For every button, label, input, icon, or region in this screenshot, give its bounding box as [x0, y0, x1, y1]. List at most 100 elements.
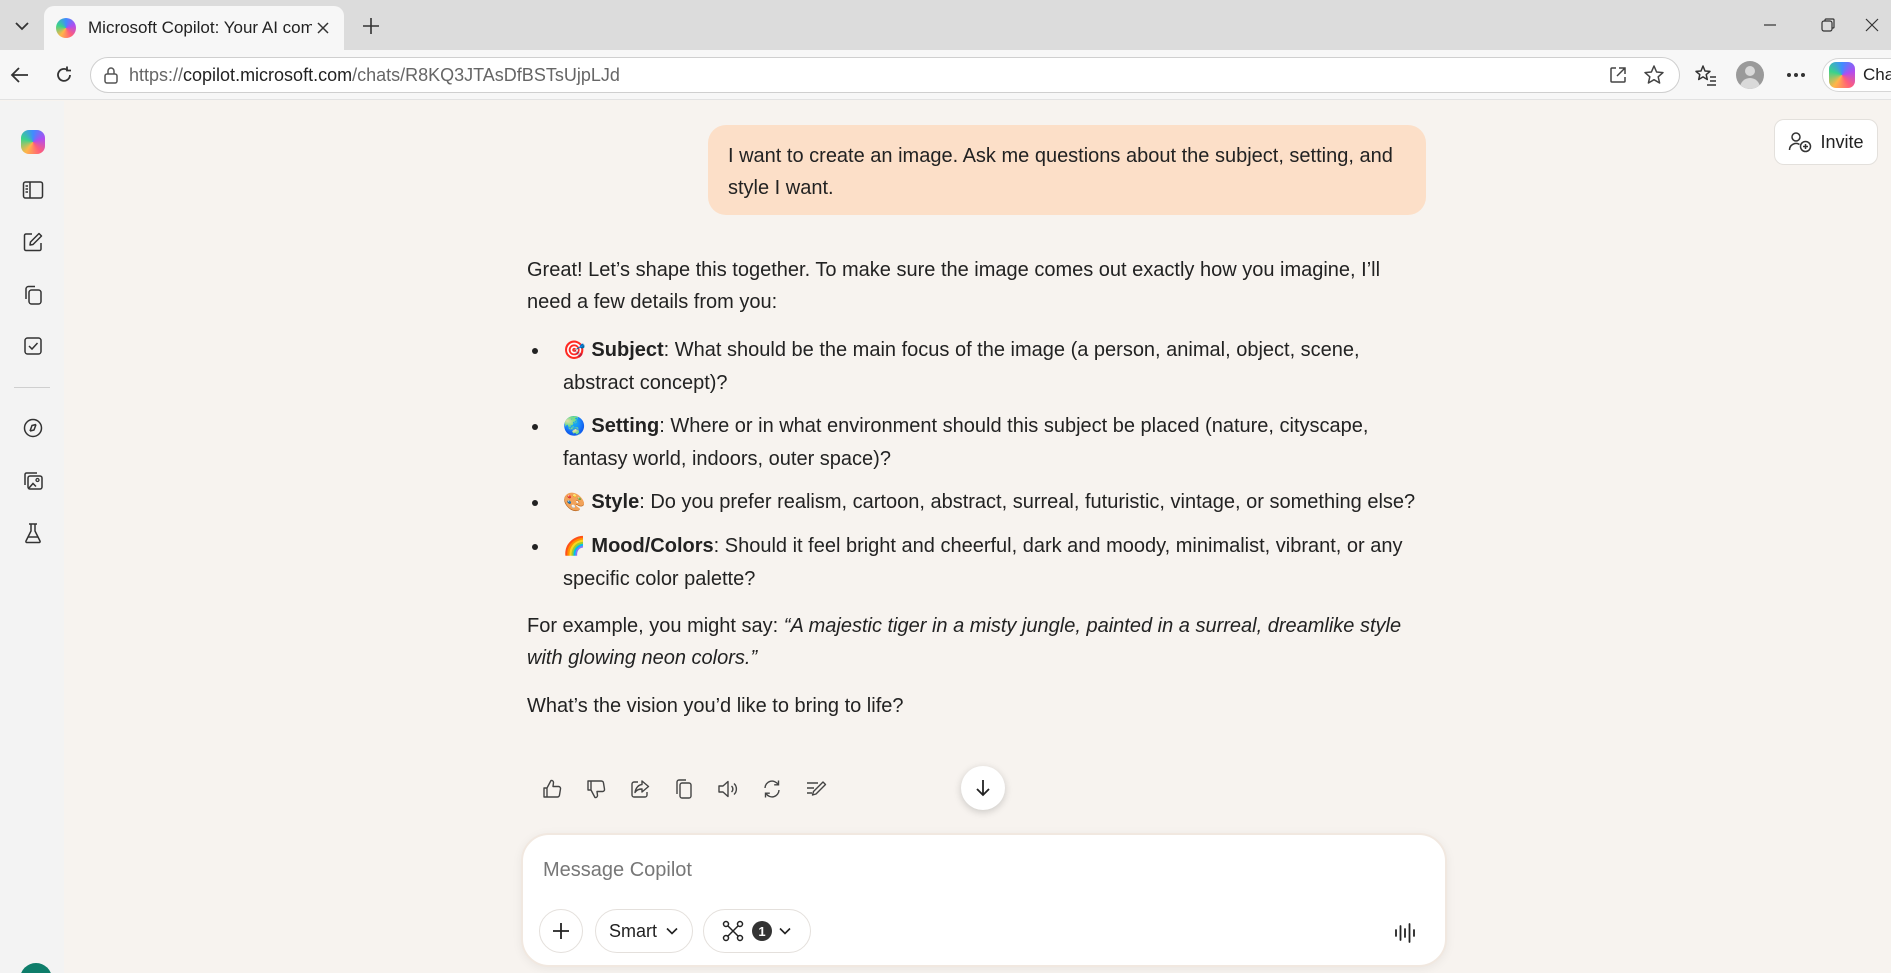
copilot-home-button[interactable]	[16, 125, 50, 159]
rainbow-icon: 🌈	[563, 536, 586, 557]
url-scheme: https://	[129, 64, 184, 85]
thumbs-up-icon	[543, 779, 562, 798]
tools-selector-button[interactable]: 1	[703, 909, 811, 953]
invite-button[interactable]: Invite	[1774, 119, 1878, 165]
more-horizontal-icon	[1787, 73, 1805, 77]
like-button[interactable]	[534, 771, 570, 807]
connectors-icon	[722, 920, 744, 942]
plus-icon	[553, 923, 569, 939]
copilot-logo-icon	[21, 130, 45, 154]
tasks-button[interactable]	[16, 329, 50, 363]
refresh-icon	[57, 66, 71, 82]
lock-icon	[104, 67, 118, 84]
user-message-bubble: I want to create an image. Ask me questi…	[708, 125, 1426, 215]
question-text: : Where or in what environment should th…	[563, 415, 1369, 470]
question-title: Subject	[591, 339, 664, 361]
close-icon	[1865, 18, 1879, 32]
speaker-icon	[718, 780, 738, 798]
regenerate-button[interactable]	[754, 771, 790, 807]
edit-in-page-button[interactable]	[798, 771, 834, 807]
tab-close-button[interactable]	[312, 17, 334, 39]
thumbs-down-icon	[587, 780, 606, 799]
example-prefix: For example, you might say:	[527, 615, 784, 637]
dislike-button[interactable]	[578, 771, 614, 807]
toggle-sidebar-button[interactable]	[16, 173, 50, 207]
open-external-icon	[1610, 67, 1626, 83]
tab-actions-menu-button[interactable]	[8, 12, 36, 40]
question-item-style: 🎨 Style: Do you prefer realism, cartoon, …	[527, 486, 1427, 519]
restore-icon	[1821, 18, 1835, 32]
reply-closing: What’s the vision you’d like to bring to…	[527, 695, 904, 717]
copilot-logo-icon	[1829, 62, 1855, 88]
question-item-subject: 🎯 Subject: What should be the main focus …	[527, 334, 1427, 399]
profile-avatar-icon[interactable]	[1736, 61, 1764, 89]
address-bar[interactable]: https://copilot.microsoft.com/chats/R8KQ…	[90, 57, 1680, 93]
message-actions-bar	[534, 771, 842, 807]
compass-icon	[23, 418, 43, 438]
share-button[interactable]	[622, 771, 658, 807]
favorites-button[interactable]	[1690, 59, 1722, 91]
reply-intro: Great! Let’s shape this together. To mak…	[527, 259, 1381, 313]
message-composer: Smart 1	[521, 833, 1447, 967]
voice-waveform-icon	[1395, 923, 1415, 943]
question-title: Mood/Colors	[591, 535, 714, 557]
open-in-app-button[interactable]	[1603, 60, 1633, 90]
pages-icon	[25, 285, 42, 305]
message-input[interactable]	[543, 855, 1403, 885]
tools-count-badge: 1	[752, 921, 772, 941]
mode-selector-button[interactable]: Smart	[595, 909, 693, 953]
star-icon	[1644, 65, 1664, 84]
globe-icon: 🌏	[563, 416, 586, 437]
url-text: https://copilot.microsoft.com/chats/R8KQ…	[129, 65, 1603, 86]
arrow-left-icon	[10, 67, 28, 83]
copy-button[interactable]	[666, 771, 702, 807]
compose-icon	[23, 232, 43, 252]
labs-button[interactable]	[16, 516, 50, 550]
question-item-setting: 🌏 Setting: Where or in what environment s…	[527, 410, 1427, 475]
pages-button[interactable]	[16, 278, 50, 312]
palette-icon: 🎨	[563, 492, 586, 513]
discover-button[interactable]	[16, 411, 50, 445]
mode-label: Smart	[608, 920, 657, 941]
scroll-to-bottom-button[interactable]	[961, 766, 1005, 810]
url-path: /chats/R8KQ3JTAsDfBSTsUjpLJd	[352, 64, 620, 85]
copilot-favicon-icon	[56, 18, 76, 38]
arrow-down-icon	[976, 780, 990, 797]
minimize-window-button[interactable]	[1750, 10, 1790, 40]
user-account-avatar[interactable]	[20, 963, 52, 973]
plus-icon	[363, 18, 379, 34]
invite-label: Invite	[1820, 131, 1864, 152]
add-person-icon	[1789, 132, 1812, 153]
favorite-star-button[interactable]	[1639, 60, 1669, 90]
copilot-side-rail	[0, 101, 64, 973]
close-window-button[interactable]	[1864, 10, 1891, 40]
question-text: : What should be the main focus of the i…	[563, 339, 1360, 394]
question-title: Style	[591, 491, 640, 513]
browser-tab-active[interactable]: Microsoft Copilot: Your AI companion	[44, 6, 344, 50]
question-text: : Do you prefer realism, cartoon, abstra…	[639, 491, 1416, 513]
chevron-down-icon	[779, 927, 791, 935]
restore-window-button[interactable]	[1808, 10, 1848, 40]
regenerate-icon	[764, 780, 780, 798]
new-chat-button[interactable]	[16, 225, 50, 259]
image-gallery-icon	[24, 472, 43, 490]
voice-input-button[interactable]	[1387, 915, 1423, 951]
refresh-button[interactable]	[48, 59, 80, 91]
new-tab-button[interactable]	[356, 12, 386, 40]
tab-title: Microsoft Copilot: Your AI companion	[88, 18, 312, 37]
add-attachment-button[interactable]	[539, 909, 583, 953]
settings-more-button[interactable]	[1780, 59, 1812, 91]
question-title: Setting	[591, 415, 660, 437]
edit-note-icon	[807, 781, 827, 796]
copilot-sidebar-button[interactable]: Cha	[1822, 58, 1891, 92]
url-host: copilot.microsoft.com	[183, 64, 353, 85]
sidebar-panel-icon	[22, 181, 44, 199]
target-icon: 🎯	[563, 340, 586, 361]
assistant-reply: Great! Let’s shape this together. To mak…	[527, 254, 1427, 738]
read-aloud-button[interactable]	[710, 771, 746, 807]
copy-icon	[676, 779, 692, 799]
chevron-down-icon	[666, 927, 678, 935]
question-item-mood-colors: 🌈 Mood/Colors: Should it feel bright and …	[527, 530, 1427, 595]
back-button[interactable]	[4, 59, 36, 91]
image-create-button[interactable]	[16, 464, 50, 498]
